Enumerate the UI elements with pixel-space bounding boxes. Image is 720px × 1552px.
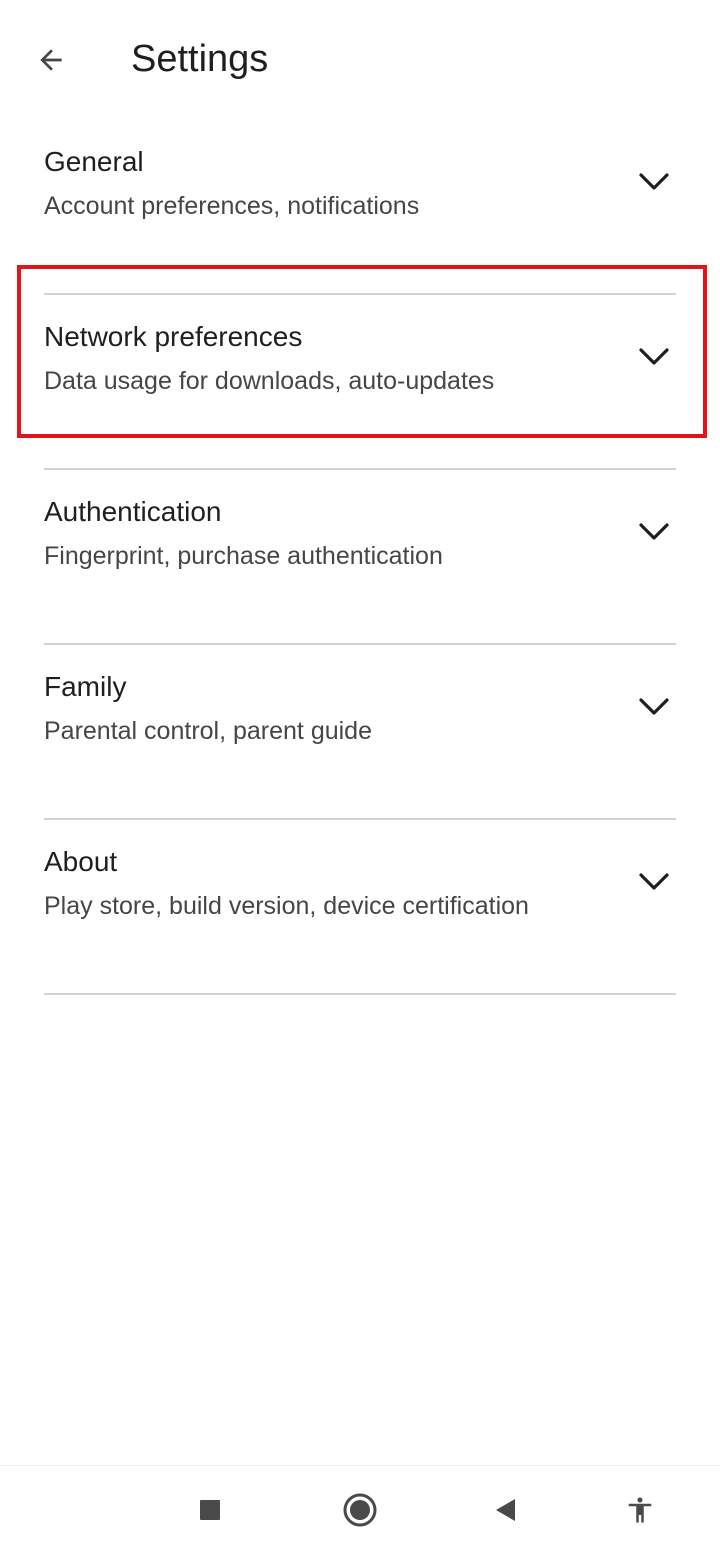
settings-item-title: Network preferences [44, 321, 303, 352]
chevron-down-icon[interactable] [636, 170, 672, 194]
back-triangle-icon [496, 1499, 515, 1521]
settings-list: General Account preferences, notificatio… [0, 120, 720, 995]
accessibility-icon [628, 1497, 652, 1523]
chevron-down-icon[interactable] [636, 870, 672, 894]
settings-item-subtitle: Data usage for downloads, auto-updates [44, 367, 495, 395]
settings-item-authentication[interactable]: Authentication Fingerprint, purchase aut… [0, 470, 720, 645]
settings-item-subtitle: Fingerprint, purchase authentication [44, 542, 443, 570]
back-button[interactable] [26, 36, 76, 84]
settings-item-about[interactable]: About Play store, build version, device … [0, 820, 720, 995]
home-button[interactable] [338, 1488, 382, 1532]
recents-button[interactable] [188, 1488, 232, 1532]
chevron-down-icon[interactable] [636, 345, 672, 369]
settings-item-title: Authentication [44, 496, 222, 527]
app-bar: Settings [0, 0, 720, 118]
settings-item-title: General [44, 146, 144, 177]
accessibility-button[interactable] [618, 1488, 662, 1532]
arrow-back-icon [40, 49, 62, 71]
settings-item-subtitle: Parental control, parent guide [44, 717, 372, 745]
settings-item-subtitle: Play store, build version, device certif… [44, 892, 529, 920]
home-circle-icon [343, 1493, 377, 1527]
page-title: Settings [131, 38, 269, 80]
settings-item-title: Family [44, 671, 127, 702]
nav-back-button[interactable] [484, 1488, 528, 1532]
chevron-down-icon[interactable] [636, 695, 672, 719]
recents-square-icon [200, 1500, 220, 1520]
settings-screen: Settings General Account preferences, no… [0, 0, 720, 1552]
divider [44, 993, 676, 995]
settings-item-network-preferences[interactable]: Network preferences Data usage for downl… [0, 295, 720, 470]
chevron-down-icon[interactable] [636, 520, 672, 544]
settings-item-general[interactable]: General Account preferences, notificatio… [0, 120, 720, 295]
settings-item-title: About [44, 846, 118, 877]
settings-item-family[interactable]: Family Parental control, parent guide [0, 645, 720, 820]
settings-item-subtitle: Account preferences, notifications [44, 192, 420, 220]
system-nav-bar [0, 1465, 720, 1552]
